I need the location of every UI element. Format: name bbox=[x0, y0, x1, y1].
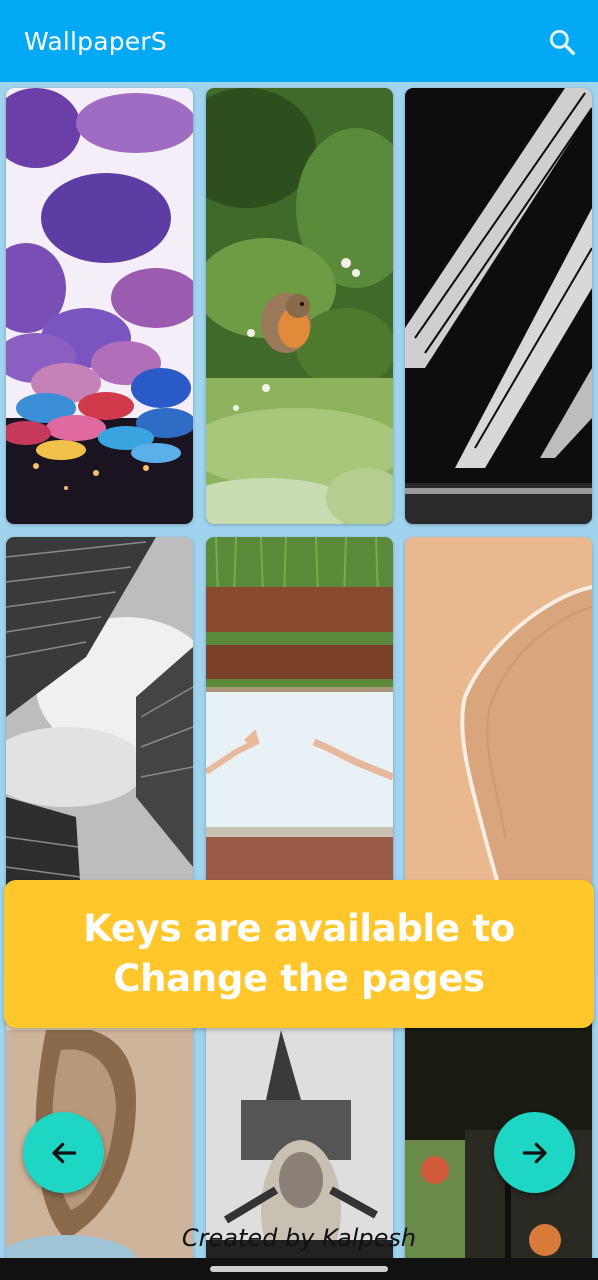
search-icon[interactable] bbox=[546, 26, 578, 58]
next-page-button[interactable] bbox=[494, 1112, 575, 1193]
app-title: WallpaperS bbox=[24, 27, 167, 56]
arrow-right-icon bbox=[522, 1142, 547, 1163]
wallpaper-tile-umbrellas[interactable] bbox=[6, 88, 193, 524]
home-gesture-handle[interactable] bbox=[210, 1266, 388, 1272]
banner-text: Keys are available to Change the pages bbox=[83, 907, 515, 1000]
info-banner: Keys are available to Change the pages bbox=[4, 880, 594, 1028]
app-bar: WallpaperS bbox=[0, 0, 598, 82]
wallpaper-tile-black-white-building-stripes[interactable] bbox=[405, 88, 592, 524]
wallpaper-tile-robin-bird[interactable] bbox=[206, 88, 393, 524]
arrow-left-icon bbox=[51, 1142, 76, 1163]
previous-page-button[interactable] bbox=[23, 1112, 104, 1193]
credit-text: Created by Kalpesh bbox=[181, 1224, 417, 1252]
